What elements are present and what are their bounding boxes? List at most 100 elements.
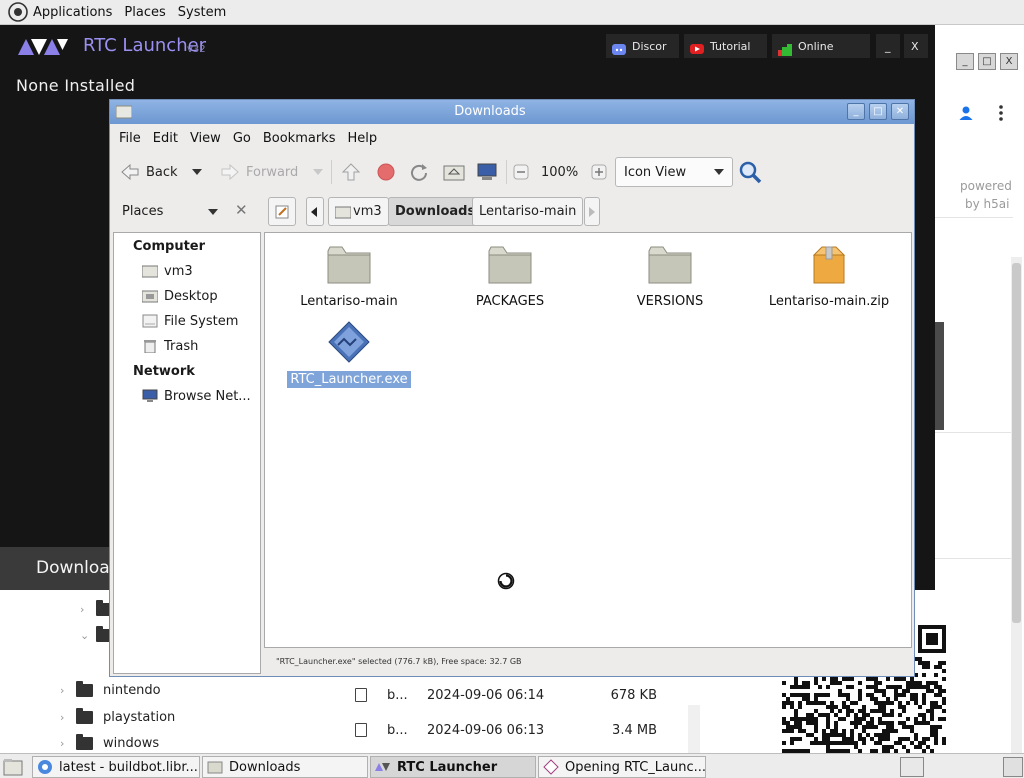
trash-applet-icon[interactable] (1003, 757, 1023, 777)
chevron-down-icon[interactable]: ⌄ (80, 629, 96, 642)
sidebar-item-desktop[interactable]: Desktop (142, 285, 218, 307)
discord-label: Discor (632, 39, 667, 53)
chevron-right-icon[interactable]: › (60, 711, 76, 724)
menu-file[interactable]: File (119, 131, 141, 146)
browser-minimize-button[interactable]: _ (956, 53, 974, 70)
task-downloads[interactable]: Downloads (202, 756, 368, 778)
menu-applications[interactable]: Applications (33, 5, 112, 20)
file-name[interactable]: b... (387, 723, 427, 738)
file-item-label: PACKAGES (475, 294, 545, 309)
browser-scrollbar[interactable] (1011, 257, 1022, 777)
file-item-rtc-launcher-exe[interactable]: RTC_Launcher.exe (274, 321, 424, 388)
sidebar-item-trash[interactable]: Trash (142, 335, 198, 357)
kebab-menu-icon[interactable] (997, 104, 1005, 122)
browser-maximize-button[interactable]: □ (978, 53, 996, 70)
discord-button[interactable]: Discor (606, 34, 679, 58)
rtc-minimize-button[interactable]: _ (876, 34, 900, 58)
workspace-switcher[interactable] (900, 757, 924, 777)
online-label: Online (798, 39, 834, 53)
menu-go[interactable]: Go (233, 131, 251, 146)
file-item-packages[interactable]: PACKAGES (435, 243, 585, 310)
breadcrumb-downloads[interactable]: Downloads (388, 197, 483, 226)
menu-bookmarks[interactable]: Bookmarks (263, 131, 336, 146)
maximize-button[interactable]: □ (869, 103, 887, 120)
reload-icon (411, 164, 427, 181)
task-label: RTC Launcher (397, 759, 498, 775)
forward-history-dropdown[interactable] (313, 152, 323, 192)
menu-help[interactable]: Help (347, 131, 377, 146)
powered-by-link[interactable]: by h5ai (965, 197, 1009, 211)
zoom-in-button[interactable] (591, 152, 607, 192)
tutorial-button[interactable]: Tutorial (684, 34, 767, 58)
file-item-label: Lentariso-main.zip (768, 294, 890, 309)
toolbar-separator (506, 160, 507, 184)
home-button[interactable] (443, 152, 465, 192)
file-row[interactable]: b... 2024-09-06 06:14 678 KB (355, 680, 657, 710)
tree-row-nintendo[interactable]: › nintendo (60, 679, 161, 701)
chevron-down-icon[interactable] (208, 209, 218, 215)
sidebar-item-file-system[interactable]: File System (142, 310, 238, 332)
file-item-lentariso-main[interactable]: Lentariso-main (274, 243, 424, 310)
file-manager-window: Downloads _ □ ✕ File Edit View Go Bookma… (109, 99, 915, 677)
folder-icon (76, 733, 93, 750)
tree-row-playstation[interactable]: › playstation (60, 706, 175, 728)
chevron-right-icon[interactable]: › (60, 737, 76, 750)
window-titlebar[interactable]: Downloads _ □ ✕ (110, 100, 914, 124)
show-desktop-icon[interactable] (3, 757, 23, 777)
zoom-level: 100% (541, 164, 579, 180)
file-name[interactable]: b... (387, 688, 427, 703)
gnome-foot-icon[interactable] (8, 2, 28, 22)
browser-close-button[interactable]: X (1000, 53, 1018, 70)
file-icon (355, 723, 367, 737)
folder-icon (488, 246, 532, 284)
close-sidebar-icon[interactable]: ✕ (235, 201, 248, 219)
edit-location-button[interactable] (268, 197, 296, 226)
file-item-lentariso-main-zip[interactable]: Lentariso-main.zip (754, 243, 904, 310)
path-scroll-left-button[interactable] (306, 197, 324, 226)
chevron-down-icon (714, 169, 724, 175)
path-scroll-right-button[interactable] (584, 197, 600, 226)
back-history-dropdown[interactable] (192, 152, 202, 192)
view-mode-select[interactable]: Icon View (615, 157, 733, 187)
search-button[interactable] (738, 152, 762, 192)
folder-icon (76, 680, 93, 697)
zoom-out-button[interactable] (513, 152, 529, 192)
file-date: 2024-09-06 06:14 (427, 687, 545, 703)
file-row[interactable]: b... 2024-09-06 06:13 3.4 MB (355, 715, 657, 745)
back-button[interactable]: Back (120, 152, 178, 192)
account-icon[interactable] (957, 104, 975, 122)
breadcrumb-vm3[interactable]: vm3 (328, 197, 389, 226)
close-button[interactable]: ✕ (891, 103, 909, 120)
rtc-close-button[interactable]: X (904, 34, 928, 58)
minimize-button[interactable]: _ (847, 103, 865, 120)
menu-places[interactable]: Places (124, 5, 165, 20)
chevron-right-icon[interactable]: › (60, 684, 76, 697)
network-icon (142, 389, 158, 402)
task-browser[interactable]: latest - buildbot.libr... (32, 756, 200, 778)
menu-edit[interactable]: Edit (153, 131, 178, 146)
file-icon-view[interactable]: Lentariso-main PACKAGES VERSIONS Lentari… (264, 232, 912, 648)
sidebar-item-vm3[interactable]: vm3 (142, 260, 193, 282)
breadcrumb-lentariso-main[interactable]: Lentariso-main (472, 197, 584, 226)
file-item-versions[interactable]: VERSIONS (595, 243, 745, 310)
computer-icon (477, 163, 497, 180)
stop-button[interactable] (376, 152, 396, 192)
computer-button[interactable] (476, 152, 498, 192)
drive-icon (142, 314, 158, 328)
online-button[interactable]: Online (772, 34, 870, 58)
online-status-icon (778, 44, 792, 56)
download-button[interactable]: Download (0, 547, 121, 590)
menu-view[interactable]: View (190, 131, 221, 146)
file-item-label: RTC_Launcher.exe (287, 371, 411, 388)
tree-row-windows[interactable]: › windows (60, 732, 159, 754)
up-button[interactable] (341, 152, 361, 192)
sidebar-item-browse-network[interactable]: Browse Net... (142, 385, 251, 407)
task-opening-dialog[interactable]: Opening RTC_Launc... (538, 756, 706, 778)
chevron-right-icon[interactable]: › (80, 603, 96, 616)
reload-button[interactable] (409, 152, 429, 192)
task-rtc-launcher[interactable]: RTC Launcher (370, 756, 536, 778)
menu-system[interactable]: System (178, 5, 226, 20)
sidebar-item-label: vm3 (164, 263, 193, 279)
forward-button[interactable]: Forward (220, 152, 298, 192)
sidebar-selector[interactable]: Places (122, 204, 163, 219)
